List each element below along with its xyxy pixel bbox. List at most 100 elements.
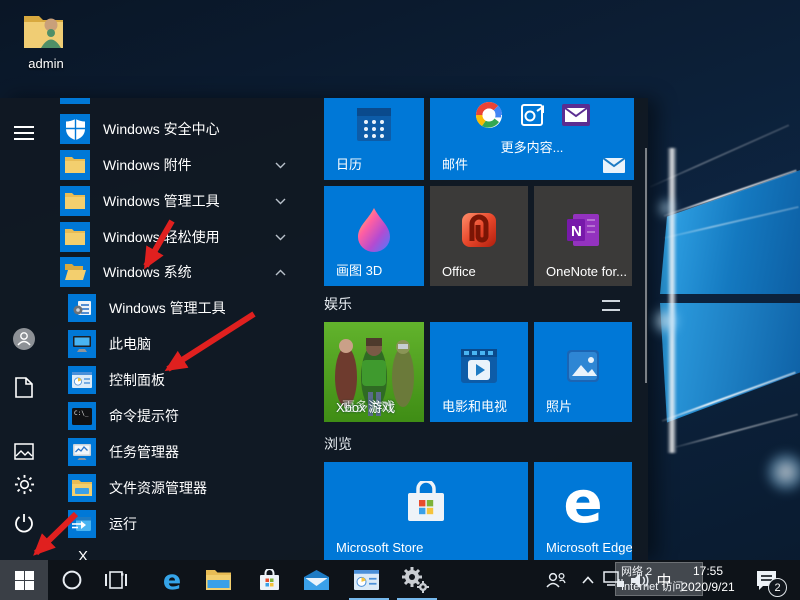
group-drag-handle-icon[interactable]: [602, 300, 620, 311]
tile-movies-tv[interactable]: 电影和电视: [430, 322, 528, 422]
windows-logo-icon: [15, 571, 34, 590]
task-view-icon: [105, 571, 127, 589]
volume-button[interactable]: [627, 560, 653, 600]
taskbar-settings-button[interactable]: [399, 560, 431, 600]
app-label: Windows 安全中心: [103, 119, 220, 139]
tile-label: Microsoft Edge: [546, 540, 632, 555]
folder-icon: [60, 186, 90, 216]
app-label: 此电脑: [109, 334, 151, 354]
app-row-control-panel[interactable]: 控制面板: [68, 365, 318, 395]
tile-label: Microsoft Store: [336, 540, 423, 555]
edge-icon: e: [163, 567, 181, 594]
notification-count: 2: [774, 582, 780, 594]
tile-group-title-browse[interactable]: 浏览: [324, 434, 352, 454]
windows-security-shield-icon: [60, 114, 90, 144]
tile-microsoft-store[interactable]: Microsoft Store: [324, 462, 528, 560]
cortana-icon: [62, 570, 82, 590]
network-ethernet-icon: [603, 571, 625, 589]
tile-microsoft-edge[interactable]: e Microsoft Edge: [534, 462, 632, 560]
clock-time: 17:55: [672, 563, 744, 579]
windows-desktop: admin: [0, 0, 800, 600]
start-menu-tiles: 日历: [324, 98, 638, 560]
office-icon: [460, 211, 498, 249]
onenote-icon: N: [565, 212, 601, 248]
app-group-letter[interactable]: X: [78, 548, 88, 560]
tile-onenote[interactable]: N OneNote for...: [534, 186, 632, 286]
taskbar-store-button[interactable]: [254, 560, 284, 600]
hamburger-menu-button[interactable]: [0, 116, 48, 150]
app-row-windows-security[interactable]: Windows 安全中心: [60, 114, 310, 144]
mail-envelope-icon: [603, 158, 625, 173]
tile-label: 画图 3D: [336, 260, 382, 279]
network-button[interactable]: [601, 560, 627, 600]
ime-label: 中: [656, 570, 671, 591]
tile-xbox[interactable]: 更多游戏 Xbox 游戏: [324, 322, 424, 422]
app-row-task-manager[interactable]: 任务管理器: [68, 437, 318, 467]
app-row-windows-admin-tools-group[interactable]: Windows 管理工具: [60, 186, 310, 216]
documents-button[interactable]: [0, 370, 48, 404]
clock-date: 2020/9/21: [672, 579, 744, 595]
tile-group-title-entertainment[interactable]: 娱乐: [324, 294, 352, 314]
control-panel-icon: [354, 570, 379, 590]
edge-e-icon: e: [563, 473, 602, 531]
hamburger-icon: [14, 125, 34, 141]
google-g-icon: [474, 100, 504, 130]
taskbar-mail-button[interactable]: [301, 560, 331, 600]
store-bag-icon: [404, 481, 448, 523]
app-label: Windows 轻松使用: [103, 227, 220, 247]
app-row-command-prompt[interactable]: C:\_ 命令提示符: [68, 401, 318, 431]
app-row-this-pc[interactable]: 此电脑: [68, 329, 318, 359]
tile-calendar[interactable]: 日历: [324, 98, 424, 180]
user-icon: [12, 327, 36, 351]
taskbar-control-panel-button[interactable]: [351, 560, 381, 600]
tile-label: 邮件: [442, 154, 468, 173]
folder-icon: [60, 222, 90, 252]
chevron-down-icon: [275, 162, 286, 169]
volume-icon: [630, 572, 650, 589]
taskbar-file-explorer-button[interactable]: [203, 560, 233, 600]
wallpaper-light-beam: [667, 148, 677, 453]
taskbar-edge-button[interactable]: e: [157, 560, 187, 600]
app-row-windows-ease-of-access[interactable]: Windows 轻松使用: [60, 222, 310, 252]
tile-mail[interactable]: 更多内容... 邮件: [430, 98, 634, 180]
app-row-partial[interactable]: [60, 98, 310, 104]
start-menu-app-list: Windows 安全中心 Windows 附件 Windows 管理工具: [48, 98, 324, 560]
app-row-windows-admin-tools[interactable]: Windows 管理工具: [68, 293, 318, 323]
show-hidden-icons-button[interactable]: [578, 560, 598, 600]
start-menu-scrollbar[interactable]: [645, 148, 647, 383]
settings-button[interactable]: [0, 467, 48, 501]
svg-text:N: N: [571, 223, 582, 240]
tile-label: Office: [442, 264, 476, 279]
app-label: 运行: [109, 514, 137, 534]
calendar-icon: [355, 105, 393, 143]
cortana-button[interactable]: [58, 560, 86, 600]
app-label: Windows 管理工具: [103, 191, 220, 211]
store-bag-icon: [259, 569, 280, 591]
gear-icon: [14, 474, 35, 495]
mail-live-text: 更多内容...: [501, 137, 564, 156]
chevron-up-icon: [582, 576, 594, 584]
taskbar-clock[interactable]: 17:55 2020/9/21: [672, 563, 744, 595]
task-view-button[interactable]: [102, 560, 130, 600]
app-row-file-explorer[interactable]: 文件资源管理器: [68, 473, 318, 503]
pictures-button[interactable]: [0, 434, 48, 468]
pictures-icon: [14, 443, 34, 460]
tile-paint-3d[interactable]: 画图 3D: [324, 186, 424, 286]
wallpaper-window-pane: [660, 303, 800, 425]
command-prompt-icon: C:\_: [68, 402, 96, 430]
admin-tools-icon: [68, 294, 96, 322]
tile-office[interactable]: Office: [430, 186, 528, 286]
desktop-icon-label: admin: [28, 56, 63, 71]
chevron-up-icon: [275, 269, 286, 276]
power-button[interactable]: [0, 506, 48, 540]
tile-label: OneNote for...: [546, 264, 627, 279]
user-account-button[interactable]: [0, 322, 48, 356]
app-label: 控制面板: [109, 370, 165, 390]
desktop-icon-admin-folder[interactable]: admin: [12, 8, 80, 71]
tile-photos[interactable]: 照片: [534, 322, 632, 422]
app-row-windows-system[interactable]: Windows 系统: [60, 257, 310, 287]
app-row-windows-accessories[interactable]: Windows 附件: [60, 150, 310, 180]
start-button[interactable]: [0, 560, 48, 600]
app-row-run[interactable]: 运行: [68, 509, 318, 539]
people-button[interactable]: [544, 560, 568, 600]
